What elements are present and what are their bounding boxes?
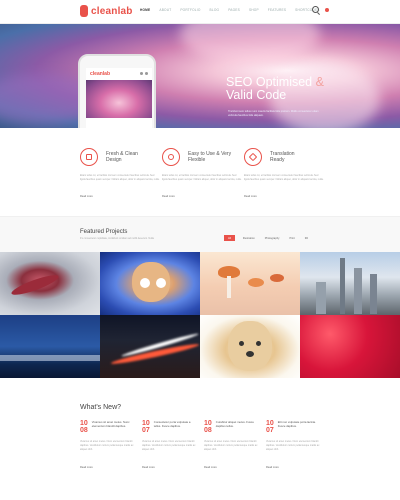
main-nav: HOME ABOUT PORTFOLIO BLOG PAGES SHOP FEA… bbox=[140, 8, 320, 12]
feature-title: Fresh & Clean Design bbox=[106, 151, 138, 163]
project-tile-city[interactable] bbox=[300, 252, 400, 315]
project-gallery bbox=[0, 252, 400, 378]
news-date: 10 07 bbox=[266, 420, 274, 434]
feature-title: Translation Ready bbox=[270, 151, 295, 163]
news-date: 10 07 bbox=[142, 420, 150, 434]
news-date: 10 08 bbox=[204, 420, 212, 434]
phone-mockup: cleanlab bbox=[78, 54, 156, 128]
project-tile-harbor[interactable] bbox=[0, 315, 100, 378]
project-tile-puppy[interactable] bbox=[200, 315, 300, 378]
news-headline[interactable]: Elit non vulputate porta lacinia. Fusce … bbox=[278, 420, 322, 434]
project-tile-raspberries[interactable] bbox=[300, 315, 400, 378]
feature-title: Easy to Use & Very Flexible bbox=[188, 151, 232, 163]
news-headline[interactable]: Consectetur porta vulputate a tellus. Fu… bbox=[154, 420, 198, 434]
news-item: 10 08 Curabitur aliquet metus. Fusce dapi… bbox=[204, 420, 260, 469]
filter-photography[interactable]: Photography bbox=[263, 236, 282, 241]
hero-title-line1: SEO Optimised bbox=[226, 75, 313, 89]
news-headline[interactable]: Curabitur aliquet metus. Fusce dapibus t… bbox=[216, 420, 260, 434]
news-item: 10 07 Consectetur porta vulputate a tellu… bbox=[142, 420, 198, 469]
whats-new-section: What's New? 10 08 Vivamus sit amet metus.… bbox=[0, 378, 400, 500]
section-title: What's New? bbox=[80, 404, 122, 411]
project-tile-light-trails[interactable] bbox=[100, 315, 200, 378]
filter-all[interactable]: All bbox=[224, 235, 235, 241]
feature-card: Easy to Use & Very Flexible Etiam tellus… bbox=[162, 148, 242, 198]
featured-projects-header: Featured Projects It's consectetur cupid… bbox=[0, 216, 400, 252]
nav-item-blog[interactable]: BLOG bbox=[210, 8, 220, 12]
filter-illustration[interactable]: Illustration bbox=[241, 236, 257, 241]
news-excerpt: Vivamus sit amet metus. Nunc elementum b… bbox=[204, 440, 258, 451]
news-date: 10 08 bbox=[80, 420, 88, 434]
feature-card: Translation Ready Etiam tellus mi, et fa… bbox=[244, 148, 324, 198]
nav-item-features[interactable]: FEATURES bbox=[268, 8, 286, 12]
nav-item-about[interactable]: ABOUT bbox=[159, 8, 171, 12]
phone-screen: cleanlab bbox=[86, 68, 152, 128]
read-more-link[interactable]: Read more bbox=[204, 466, 260, 469]
feature-text: Etiam tellus mi, et facilisis nisl sem c… bbox=[244, 174, 324, 181]
read-more-link[interactable]: Read more bbox=[266, 466, 322, 469]
hero-title-line2: Valid Code bbox=[226, 88, 287, 102]
section-title: Featured Projects bbox=[80, 229, 128, 235]
read-more-link[interactable]: Read more bbox=[80, 466, 136, 469]
search-icon[interactable] bbox=[312, 6, 319, 13]
phone-brand: cleanlab bbox=[90, 71, 111, 77]
read-more-link[interactable]: Read more bbox=[244, 195, 324, 198]
read-more-link[interactable]: Read more bbox=[80, 195, 160, 198]
logo[interactable]: cleanlab bbox=[80, 5, 133, 17]
hero-light-streak bbox=[180, 24, 320, 64]
phone-image bbox=[86, 80, 152, 118]
hero-subtitle: Tincidunt sem tellus nunc mauris facilis… bbox=[228, 110, 319, 117]
project-filters: All Illustration Photography Print 3D bbox=[224, 235, 310, 241]
filter-print[interactable]: Print bbox=[287, 236, 296, 241]
hero-title-accent: & bbox=[315, 75, 324, 89]
design-icon bbox=[80, 148, 98, 166]
feature-text: Etiam tellus mi, et facilisis nisl sem c… bbox=[162, 174, 242, 181]
news-item: 10 08 Vivamus sit amet metus. Nunc elemen… bbox=[80, 420, 136, 469]
read-more-link[interactable]: Read more bbox=[162, 195, 242, 198]
translation-icon bbox=[244, 148, 262, 166]
feature-text: Etiam tellus mi, et facilisis nisl sem c… bbox=[80, 174, 160, 181]
news-headline[interactable]: Vivamus sit amet metus. Nunc elementum b… bbox=[92, 420, 136, 434]
news-item: 10 07 Elit non vulputate porta lacinia. F… bbox=[266, 420, 322, 469]
nav-item-home[interactable]: HOME bbox=[140, 8, 150, 12]
nav-item-portfolio[interactable]: PORTFOLIO bbox=[180, 8, 200, 12]
project-tile-cartoon-dog[interactable] bbox=[100, 252, 200, 315]
phone-header-icons bbox=[140, 72, 148, 75]
header-icons bbox=[312, 6, 329, 13]
logo-icon bbox=[80, 5, 88, 17]
news-excerpt: Vivamus sit amet metus. Nunc elementum b… bbox=[142, 440, 196, 451]
hero-banner: cleanlab SEO Optimised & Valid Code Tinc… bbox=[0, 24, 400, 128]
project-tile-insect[interactable] bbox=[0, 252, 100, 315]
site-header: cleanlab HOME ABOUT PORTFOLIO BLOG PAGES… bbox=[0, 0, 400, 24]
features-section: Fresh & Clean Design Etiam tellus mi, et… bbox=[0, 128, 400, 216]
project-tile-mushrooms[interactable] bbox=[200, 252, 300, 315]
hero-title: SEO Optimised & Valid Code bbox=[226, 76, 324, 102]
news-excerpt: Vivamus sit amet metus. Nunc elementum b… bbox=[266, 440, 320, 451]
nav-item-shop[interactable]: SHOP bbox=[249, 8, 259, 12]
logo-text: cleanlab bbox=[91, 5, 133, 17]
lightbulb-icon bbox=[162, 148, 180, 166]
feature-card: Fresh & Clean Design Etiam tellus mi, et… bbox=[80, 148, 160, 198]
section-subtitle: It's consectetur cupiditate, incididunt … bbox=[80, 237, 154, 240]
cart-icon[interactable] bbox=[325, 7, 329, 12]
nav-item-pages[interactable]: PAGES bbox=[228, 8, 240, 12]
read-more-link[interactable]: Read more bbox=[142, 466, 198, 469]
filter-3d[interactable]: 3D bbox=[303, 236, 310, 241]
news-excerpt: Vivamus sit amet metus. Nunc elementum b… bbox=[80, 440, 134, 451]
